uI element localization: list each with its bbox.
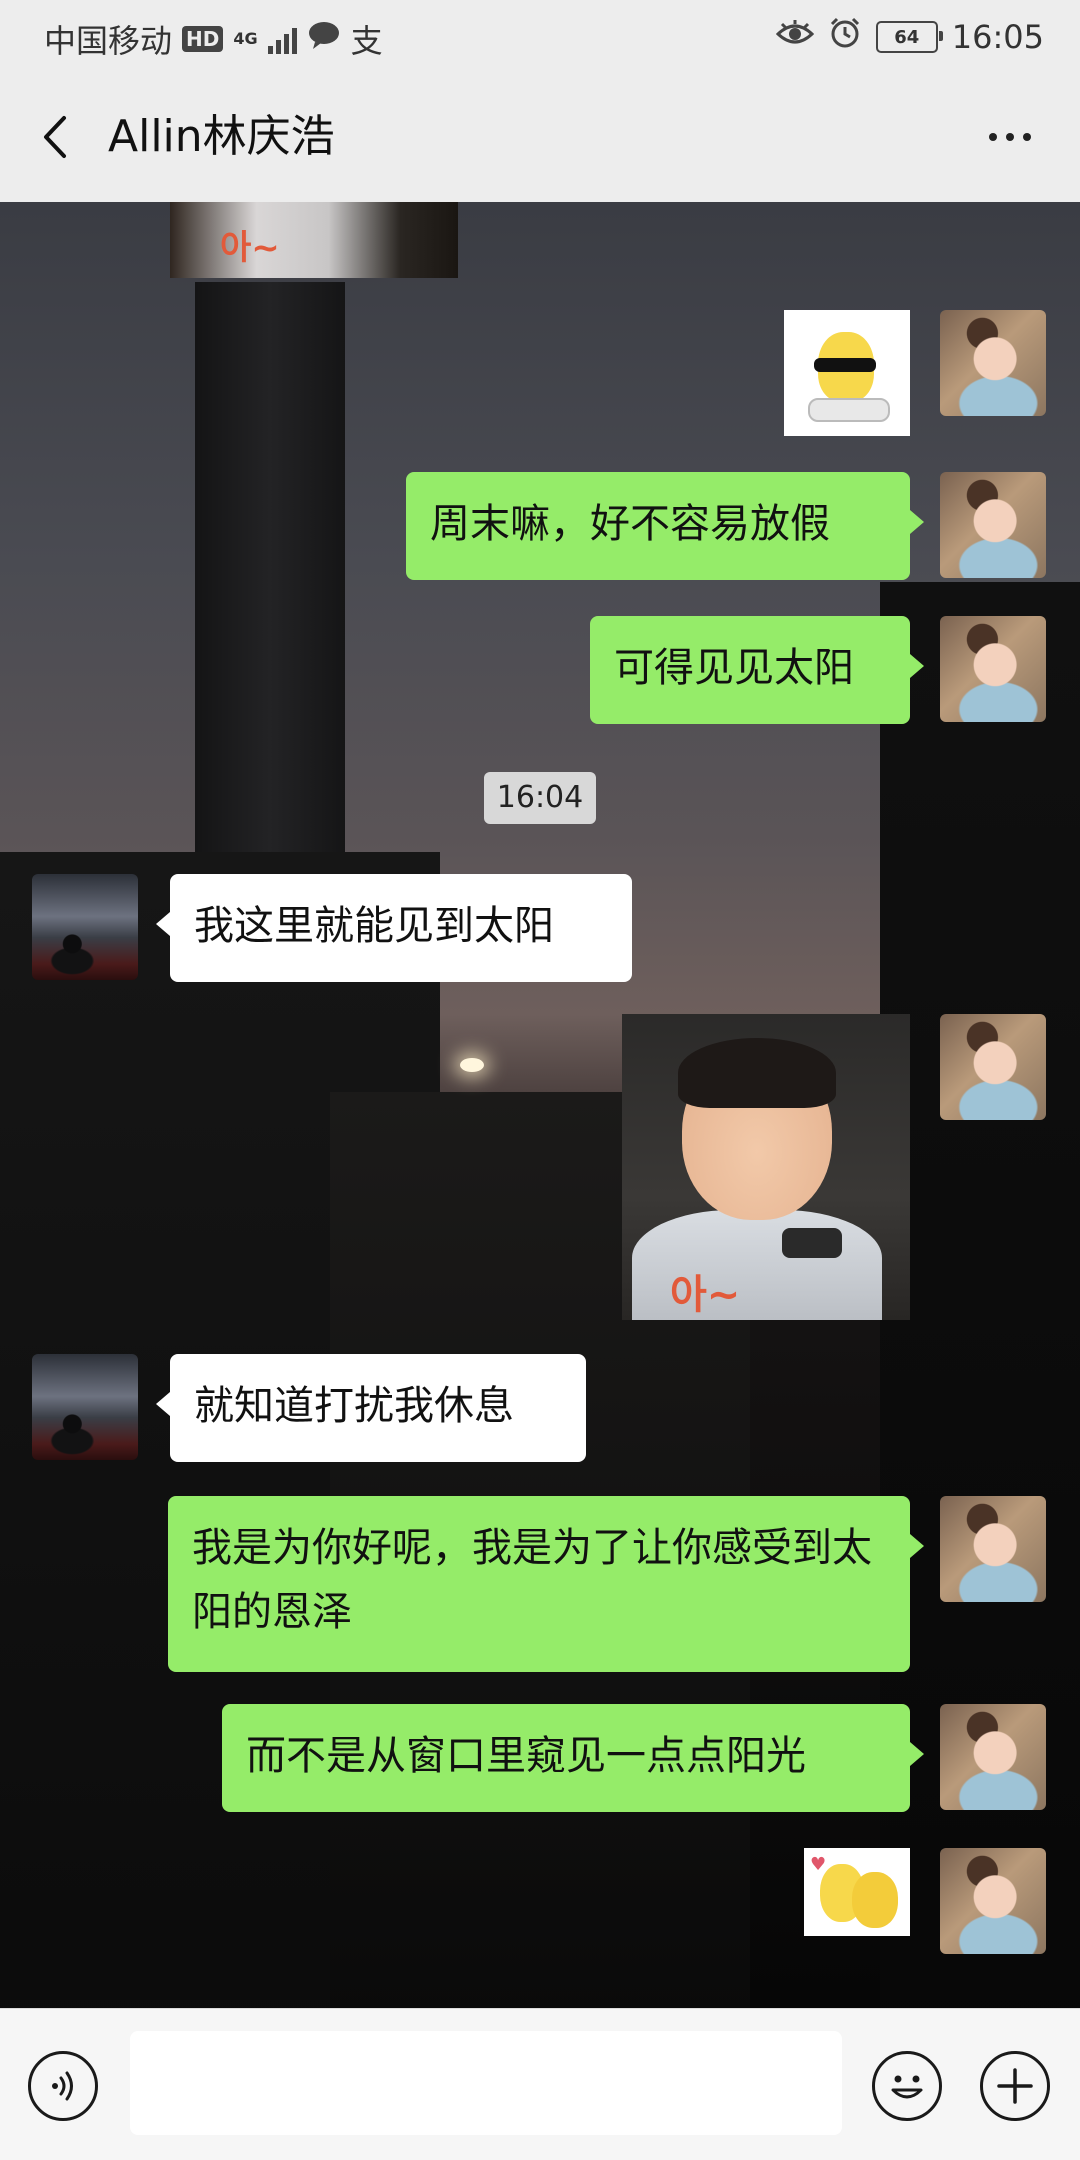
message-notification-icon (307, 20, 341, 58)
voice-icon (52, 2071, 73, 2101)
dot-icon (1023, 133, 1031, 141)
message-bubble-sent[interactable]: 我是为你好呢，我是为了让你感受到太阳的恩泽 (168, 1496, 924, 1672)
image-message[interactable]: 아~ (622, 1014, 910, 1320)
sticker-scooter-shape (808, 398, 890, 422)
alipay-icon: 支 (350, 22, 383, 60)
message-bubble-received[interactable]: 我这里就能见到太阳 (156, 874, 632, 982)
status-bar: 中国移动 HD 4G 支 64 16:05 (0, 0, 1080, 72)
message-bubble-sent[interactable]: 可得见见太阳 (590, 616, 924, 724)
message-bubble-received[interactable]: 就知道打扰我休息 (156, 1354, 586, 1462)
avatar-me[interactable] (940, 1704, 1046, 1810)
image-message[interactable]: 아~ (170, 202, 458, 278)
sticker-text: 아~ (670, 1272, 741, 1318)
clock-time: 16:05 (951, 18, 1044, 56)
battery-icon: 64 (875, 21, 943, 53)
voice-input-button[interactable] (28, 2051, 98, 2121)
avatar-me[interactable] (940, 616, 1046, 722)
avatar-contact[interactable] (32, 874, 138, 980)
more-options-button[interactable] (980, 110, 1040, 164)
sticker-bowtie-shape (782, 1228, 842, 1258)
network-type: 4G (233, 29, 258, 48)
avatar-me[interactable] (940, 1014, 1046, 1120)
sticker-message[interactable]: ♥ (804, 1848, 910, 1936)
more-functions-button[interactable] (980, 2051, 1050, 2121)
sticker-hair-shape (678, 1038, 836, 1108)
hd-badge: HD (182, 26, 224, 52)
battery-level: 64 (894, 26, 920, 48)
alarm-icon (828, 16, 862, 58)
heart-icon: ♥ (810, 1854, 827, 1875)
avatar-me[interactable] (940, 310, 1046, 416)
chat-screen: 中国移动 HD 4G 支 64 16:05 Allin林庆浩 아~ 周末嘛，好不… (0, 0, 1080, 2160)
carrier-name: 中国移动 (44, 22, 173, 60)
dot-icon (989, 133, 997, 141)
message-bubble-sent[interactable]: 周末嘛，好不容易放假 (406, 472, 924, 580)
chat-header: Allin林庆浩 (0, 72, 1080, 202)
eye-icon (775, 18, 814, 56)
chevron-left-icon (44, 116, 66, 158)
chat-title: Allin林庆浩 (108, 111, 335, 162)
message-list[interactable]: 아~ 周末嘛，好不容易放假 可得见见太阳 16:04 我这里就能见到太阳 아~ (0, 202, 1080, 2008)
smiley-icon (891, 2075, 923, 2099)
message-timestamp: 16:04 (484, 772, 596, 824)
emoji-button[interactable] (872, 2051, 942, 2121)
avatar-me[interactable] (940, 1848, 1046, 1954)
chat-background-lamp (460, 1058, 484, 1072)
back-button[interactable] (30, 110, 80, 164)
avatar-me[interactable] (940, 472, 1046, 578)
avatar-contact[interactable] (32, 1354, 138, 1460)
sticker-message[interactable] (784, 310, 910, 436)
status-right: 64 16:05 (775, 16, 1044, 58)
sticker-sunglasses-shape (814, 358, 876, 372)
message-bubble-sent[interactable]: 而不是从窗口里窥见一点点阳光 (222, 1704, 924, 1812)
input-bar (0, 2008, 1080, 2160)
dot-icon (1006, 133, 1014, 141)
sticker-text: 아~ (220, 228, 280, 268)
signal-icon (267, 24, 297, 54)
status-left: 中国移动 HD 4G 支 (44, 16, 383, 62)
plus-icon (997, 2068, 1033, 2104)
message-input[interactable] (130, 2031, 842, 2135)
sticker-duck-shape (852, 1872, 898, 1928)
avatar-me[interactable] (940, 1496, 1046, 1602)
